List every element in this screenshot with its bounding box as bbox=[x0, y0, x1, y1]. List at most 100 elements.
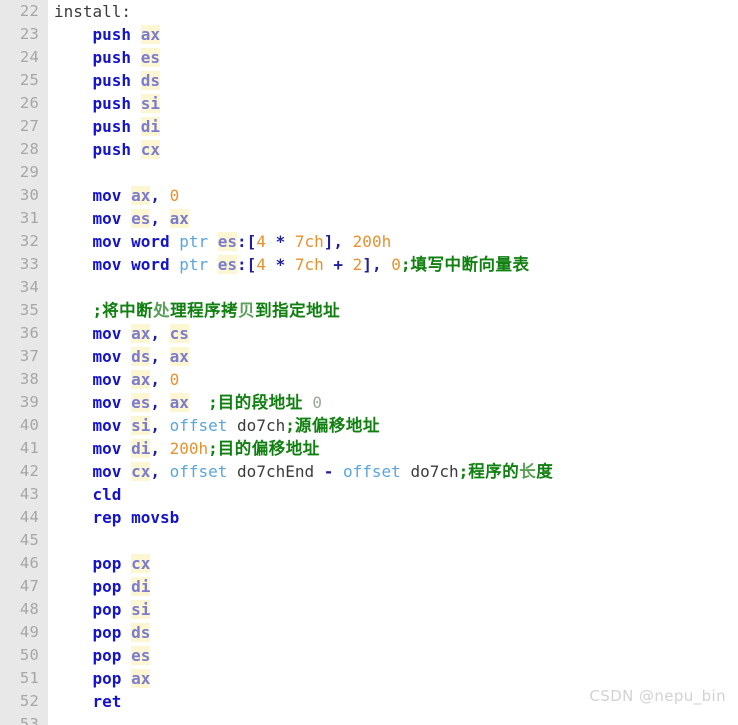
code-line[interactable]: ;将中断处理程序拷贝到指定地址 bbox=[48, 299, 738, 322]
code-token: ax bbox=[131, 669, 151, 688]
code-line[interactable]: push si bbox=[48, 92, 738, 115]
line-number: 31 bbox=[19, 209, 39, 227]
code-line[interactable]: push ax bbox=[48, 23, 738, 46]
code-line[interactable]: pop cx bbox=[48, 552, 738, 575]
code-line[interactable]: mov es, ax bbox=[48, 207, 738, 230]
code-token: pop bbox=[92, 646, 122, 665]
code-line[interactable] bbox=[48, 713, 738, 725]
code-token: pop bbox=[92, 623, 122, 642]
code-line[interactable]: push ds bbox=[48, 69, 738, 92]
code-line[interactable]: pop di bbox=[48, 575, 738, 598]
code-token: rep movsb bbox=[92, 508, 180, 527]
line-number-list: 22 23 24 25 26 27 28 29 30 31 32 33 34 35 36 37 38 39 40 41… bbox=[0, 0, 48, 725]
code-token: , bbox=[150, 439, 170, 458]
code-token: offset bbox=[169, 462, 228, 481]
code-line[interactable]: pop si bbox=[48, 598, 738, 621]
code-token: push bbox=[92, 140, 132, 159]
code-line[interactable]: mov ds, ax bbox=[48, 345, 738, 368]
line-number: 36 bbox=[19, 324, 39, 342]
code-line[interactable] bbox=[48, 276, 738, 299]
code-line[interactable]: pop ds bbox=[48, 621, 738, 644]
line-number: 40 bbox=[19, 416, 39, 434]
line-number: 47 bbox=[19, 577, 39, 595]
line-number: 25 bbox=[19, 71, 39, 89]
code-token: mov bbox=[92, 462, 122, 481]
code-line[interactable]: push di bbox=[48, 115, 738, 138]
code-token: :[ bbox=[237, 255, 257, 274]
code-line[interactable]: rep movsb bbox=[48, 506, 738, 529]
code-token: es bbox=[217, 232, 238, 251]
code-token: ; bbox=[92, 301, 103, 320]
code-token: pop bbox=[92, 669, 122, 688]
code-line[interactable]: mov cx, offset do7chEnd - offset do7ch;程… bbox=[48, 460, 738, 483]
line-number: 41 bbox=[19, 439, 39, 457]
line-number: 50 bbox=[19, 646, 39, 664]
code-token: 2 bbox=[352, 255, 363, 274]
code-line[interactable]: mov word ptr es:[4 * 7ch], 200h bbox=[48, 230, 738, 253]
code-line[interactable]: mov ax, 0 bbox=[48, 368, 738, 391]
code-token: push bbox=[92, 71, 132, 90]
code-token: 长 bbox=[519, 462, 537, 481]
code-token: 200h bbox=[169, 439, 209, 458]
code-line[interactable]: mov es, ax ;目的段地址 0 bbox=[48, 391, 738, 414]
line-number: 33 bbox=[19, 255, 39, 273]
code-token: 7ch bbox=[294, 255, 324, 274]
code-line[interactable] bbox=[48, 529, 738, 552]
code-token: ret bbox=[92, 692, 122, 711]
code-line[interactable]: mov ax, cs bbox=[48, 322, 738, 345]
code-token: di bbox=[140, 117, 160, 136]
code-line[interactable]: mov si, offset do7ch;源偏移地址 bbox=[48, 414, 738, 437]
code-content-area[interactable]: install: push ax push es push ds push si… bbox=[48, 0, 738, 725]
code-line[interactable]: mov ax, 0 bbox=[48, 184, 738, 207]
line-number: 26 bbox=[19, 94, 39, 112]
code-line[interactable]: mov di, 200h;目的偏移地址 bbox=[48, 437, 738, 460]
line-number: 51 bbox=[19, 669, 39, 687]
code-token: * bbox=[265, 232, 295, 251]
code-line[interactable]: pop es bbox=[48, 644, 738, 667]
code-line[interactable]: install: bbox=[48, 0, 738, 23]
code-token: pop bbox=[92, 600, 122, 619]
line-number: 53 bbox=[19, 715, 39, 725]
line-number: 23 bbox=[19, 25, 39, 43]
code-token: 填写中断向量表 bbox=[410, 255, 530, 274]
code-token: mov bbox=[92, 186, 122, 205]
code-token: ax bbox=[131, 186, 151, 205]
code-token: ptr bbox=[179, 232, 209, 251]
code-token: ax bbox=[169, 347, 189, 366]
code-editor: 22 23 24 25 26 27 28 29 30 31 32 33 34 35 36 37 38 39 40 41… bbox=[0, 0, 738, 725]
code-line[interactable]: push es bbox=[48, 46, 738, 69]
code-token: 4 bbox=[256, 255, 266, 274]
code-line[interactable]: cld bbox=[48, 483, 738, 506]
code-line[interactable]: push cx bbox=[48, 138, 738, 161]
line-number: 35 bbox=[19, 301, 39, 319]
code-token: install: bbox=[54, 2, 132, 21]
code-token: mov bbox=[92, 324, 122, 343]
code-token: , bbox=[150, 324, 170, 343]
code-line[interactable]: mov word ptr es:[4 * 7ch + 2], 0;填写中断向量表 bbox=[48, 253, 738, 276]
line-number: 46 bbox=[19, 554, 39, 572]
code-line[interactable] bbox=[48, 161, 738, 184]
